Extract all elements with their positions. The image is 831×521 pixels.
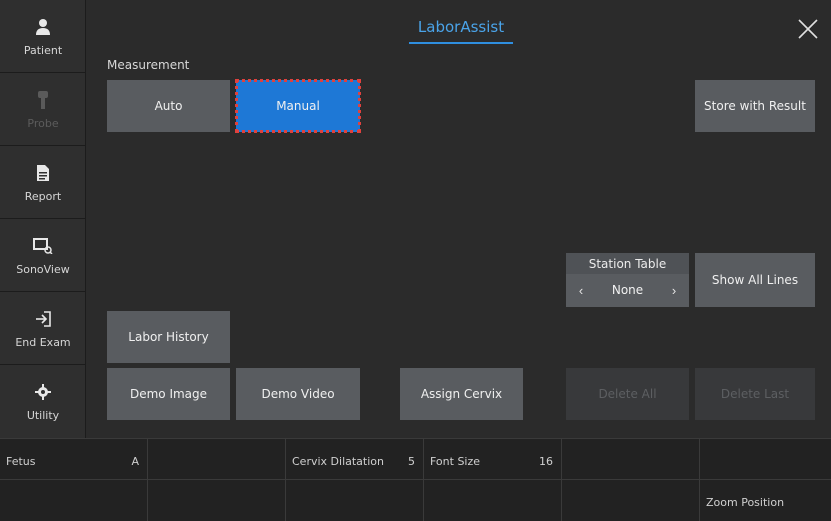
delete-all-button: Delete All	[566, 368, 689, 420]
sidebar-item-label: End Exam	[15, 335, 71, 349]
sidebar-item-sonoview[interactable]: SonoView	[0, 219, 86, 292]
grid-cell	[286, 480, 424, 521]
exit-icon	[32, 308, 54, 330]
grid-cell	[562, 480, 700, 521]
title-underline	[409, 42, 513, 44]
assign-cervix-button[interactable]: Assign Cervix	[400, 368, 523, 420]
document-icon	[32, 162, 54, 184]
grid-cell	[424, 480, 562, 521]
grid-cell-font-size: Font Size 16	[424, 439, 562, 480]
sidebar-item-utility[interactable]: Utility	[0, 365, 86, 438]
image-search-icon	[32, 235, 54, 257]
store-with-result-button[interactable]: Store with Result	[695, 80, 815, 132]
labor-history-button[interactable]: Labor History	[107, 311, 230, 363]
probe-icon	[32, 89, 54, 111]
person-icon	[32, 16, 54, 38]
grid-cell	[148, 480, 286, 521]
grid-cell-value: 16	[539, 455, 553, 468]
manual-button[interactable]: Manual	[235, 79, 361, 133]
show-all-lines-button[interactable]: Show All Lines	[695, 253, 815, 307]
chevron-left-icon: ‹	[578, 282, 584, 298]
main-panel: LaborAssist Measurement Auto Manual Stor…	[87, 0, 831, 438]
sidebar-item-patient[interactable]: Patient	[0, 0, 86, 73]
close-icon	[798, 19, 818, 39]
sidebar-item-label: SonoView	[16, 262, 70, 276]
grid-cell-value: 5	[408, 455, 415, 468]
sidebar-item-probe: Probe	[0, 73, 86, 146]
chevron-right-icon: ›	[671, 282, 677, 298]
close-button[interactable]	[795, 16, 821, 42]
grid-cell-fetus: Fetus A	[0, 439, 148, 480]
station-table-title: Station Table	[566, 253, 689, 274]
grid-cell-key: Fetus	[6, 455, 36, 468]
grid-cell	[700, 439, 831, 480]
page-title: LaborAssist	[417, 18, 505, 36]
sidebar-item-label: Probe	[27, 116, 59, 130]
grid-cell	[148, 439, 286, 480]
station-prev-button[interactable]: ‹	[570, 278, 592, 302]
gear-icon	[32, 381, 54, 403]
station-table-value: None	[611, 283, 644, 297]
sidebar-item-end-exam[interactable]: End Exam	[0, 292, 86, 365]
grid-cell-zoom-position: Zoom Position	[700, 480, 831, 521]
station-table: Station Table ‹ None ›	[566, 253, 689, 307]
grid-cell-key: Zoom Position	[706, 496, 785, 509]
demo-image-button[interactable]: Demo Image	[107, 368, 230, 420]
title-tab: LaborAssist	[409, 18, 513, 44]
sidebar-item-label: Patient	[23, 43, 63, 57]
grid-cell-value: A	[131, 455, 139, 468]
sidebar-item-report[interactable]: Report	[0, 146, 86, 219]
info-grid: Fetus A Cervix Dilatation 5 Font Size 16…	[0, 438, 831, 521]
sidebar: Patient Probe Report SonoView End Exam U…	[0, 0, 86, 438]
grid-cell	[0, 480, 148, 521]
grid-cell-cervix-dilatation: Cervix Dilatation 5	[286, 439, 424, 480]
grid-cell	[562, 439, 700, 480]
sidebar-item-label: Report	[24, 189, 62, 203]
grid-cell-key: Font Size	[430, 455, 481, 468]
station-next-button[interactable]: ›	[663, 278, 685, 302]
sidebar-item-label: Utility	[26, 409, 60, 422]
grid-cell-key: Cervix Dilatation	[292, 455, 384, 468]
demo-video-button[interactable]: Demo Video	[236, 368, 360, 420]
auto-button[interactable]: Auto	[107, 80, 230, 132]
measurement-label: Measurement	[107, 58, 190, 72]
delete-last-button: Delete Last	[695, 368, 815, 420]
